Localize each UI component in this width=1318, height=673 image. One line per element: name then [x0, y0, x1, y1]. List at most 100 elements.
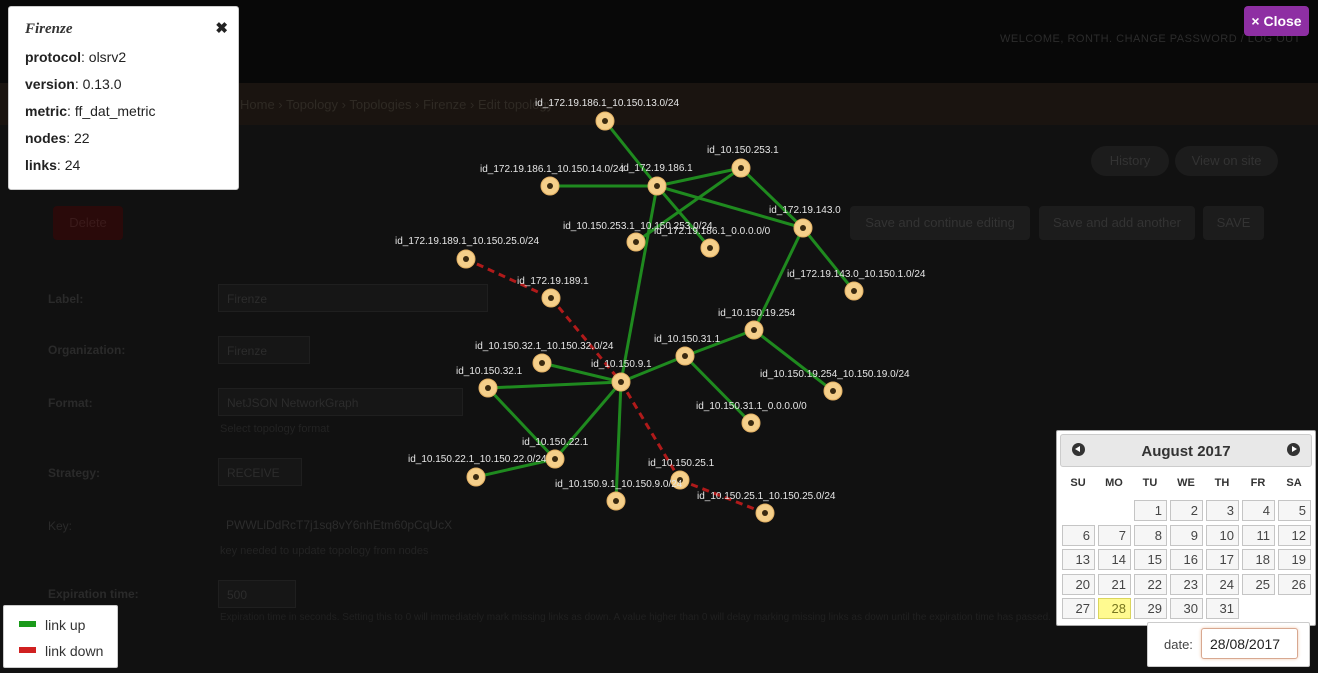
- graph-link-up[interactable]: [603, 120, 659, 187]
- calendar-day[interactable]: 22: [1134, 573, 1167, 595]
- node-center-dot: [539, 360, 545, 366]
- graph-link-up[interactable]: [753, 328, 834, 393]
- graph-node[interactable]: [793, 218, 813, 238]
- node-center-dot: [602, 118, 608, 124]
- calendar-day[interactable]: 24: [1206, 573, 1239, 595]
- calendar-day[interactable]: 3: [1206, 500, 1239, 521]
- legend-swatch-up: [19, 621, 36, 628]
- node-center-dot: [547, 183, 553, 189]
- calendar-day[interactable]: 27: [1062, 598, 1095, 619]
- graph-node[interactable]: [626, 232, 646, 252]
- calendar-day[interactable]: 13: [1062, 549, 1095, 570]
- legend-label: link down: [45, 643, 104, 659]
- calendar-day[interactable]: 23: [1170, 573, 1203, 595]
- graph-link-up[interactable]: [486, 386, 557, 461]
- graph-node[interactable]: [731, 158, 751, 178]
- info-row-links: links: 24: [25, 157, 81, 173]
- node-label: id_10.150.32.1_10.150.32.0/24: [475, 341, 614, 352]
- calendar-day[interactable]: 11: [1242, 524, 1275, 546]
- node-center-dot: [548, 295, 554, 301]
- node-center-dot: [463, 256, 469, 262]
- calendar-day[interactable]: 26: [1278, 573, 1311, 595]
- legend-label: link up: [45, 617, 86, 633]
- graph-node[interactable]: [456, 249, 476, 269]
- calendar-day[interactable]: 8: [1134, 524, 1167, 546]
- graph-node[interactable]: [611, 372, 631, 392]
- next-month-icon[interactable]: [1287, 443, 1300, 456]
- calendar-day[interactable]: 30: [1170, 598, 1203, 619]
- close-button[interactable]: × Close: [1244, 6, 1309, 36]
- weekday-header: WE: [1177, 477, 1195, 489]
- graph-node[interactable]: [532, 353, 552, 373]
- graph-link-up[interactable]: [801, 227, 856, 292]
- node-center-dot: [851, 288, 857, 294]
- datepicker-calendar: August 2017 SU MO TU WE TH FR SA 1 2 3 4 5 6 7 8 9 10 11 1…: [1056, 430, 1316, 626]
- calendar-day[interactable]: 7: [1098, 524, 1131, 546]
- calendar-day[interactable]: 19: [1278, 549, 1311, 570]
- node-label: id_10.150.22.1: [522, 437, 589, 448]
- calendar-day[interactable]: 2: [1170, 500, 1203, 521]
- node-label: id_10.150.19.254_10.150.19.0/24: [760, 369, 910, 380]
- calendar-header: August 2017: [1060, 434, 1312, 467]
- graph-node[interactable]: [595, 111, 615, 131]
- calendar-day[interactable]: 31: [1206, 598, 1239, 619]
- calendar-day[interactable]: 12: [1278, 524, 1311, 546]
- graph-node[interactable]: [675, 346, 695, 366]
- date-input[interactable]: [1201, 628, 1298, 659]
- graph-node[interactable]: [844, 281, 864, 301]
- calendar-day[interactable]: 15: [1134, 549, 1167, 570]
- calendar-day[interactable]: 17: [1206, 549, 1239, 570]
- graph-node[interactable]: [823, 381, 843, 401]
- calendar-day[interactable]: 5: [1278, 500, 1311, 521]
- calendar-day[interactable]: 21: [1098, 573, 1131, 595]
- graph-node[interactable]: [741, 413, 761, 433]
- node-center-dot: [613, 498, 619, 504]
- calendar-day[interactable]: 1: [1134, 500, 1167, 521]
- legend-swatch-down: [19, 647, 36, 654]
- node-center-dot: [707, 245, 713, 251]
- node-label: id_172.19.189.1_10.150.25.0/24: [395, 236, 539, 247]
- graph-node[interactable]: [541, 288, 561, 308]
- node-center-dot: [552, 456, 558, 462]
- calendar-day[interactable]: 20: [1062, 573, 1095, 595]
- calendar-day[interactable]: 29: [1134, 598, 1167, 619]
- graph-node[interactable]: [466, 467, 486, 487]
- node-label: id_172.19.143.0_10.150.1.0/24: [787, 269, 926, 280]
- node-label: id_10.150.9.1_10.150.9.0/24: [555, 479, 683, 490]
- graph-node[interactable]: [478, 378, 498, 398]
- graph-node[interactable]: [545, 449, 565, 469]
- info-key: metric: [25, 103, 68, 119]
- calendar-day[interactable]: 25: [1242, 573, 1275, 595]
- graph-legend: link up link down: [3, 605, 118, 668]
- node-center-dot: [618, 379, 624, 385]
- graph-node[interactable]: [755, 503, 775, 523]
- calendar-day[interactable]: 4: [1242, 500, 1275, 521]
- calendar-day[interactable]: 14: [1098, 549, 1131, 570]
- graph-node[interactable]: [540, 176, 560, 196]
- calendar-day[interactable]: 18: [1242, 549, 1275, 570]
- info-value: 24: [64, 157, 81, 173]
- graph-link-up[interactable]: [487, 380, 622, 390]
- node-center-dot: [633, 239, 639, 245]
- graph-node[interactable]: [606, 491, 626, 511]
- graph-labels: id_172.19.186.1_10.150.13.0/24 id_10.150.…: [395, 98, 926, 502]
- node-label: id_10.150.25.1_10.150.25.0/24: [697, 491, 836, 502]
- graph-link-up[interactable]: [683, 354, 753, 425]
- graph-node[interactable]: [700, 238, 720, 258]
- calendar-day[interactable]: 6: [1062, 524, 1095, 546]
- graph-node[interactable]: [647, 176, 667, 196]
- info-close-icon[interactable]: ✖: [215, 19, 228, 37]
- graph-link-up[interactable]: [619, 185, 659, 383]
- graph-node[interactable]: [744, 320, 764, 340]
- node-label: id_172.19.186.1_10.150.13.0/24: [535, 98, 679, 109]
- node-center-dot: [800, 225, 806, 231]
- weekday-header: MO: [1105, 477, 1123, 489]
- calendar-day[interactable]: 16: [1170, 549, 1203, 570]
- calendar-day[interactable]: 10: [1206, 524, 1239, 546]
- weekday-header: TU: [1142, 477, 1158, 489]
- node-label: id_10.150.32.1: [456, 366, 523, 377]
- info-row-protocol: protocol: olsrv2: [25, 49, 127, 65]
- calendar-day[interactable]: 9: [1170, 524, 1203, 546]
- node-label: id_10.150.19.254: [718, 308, 796, 319]
- calendar-day-today[interactable]: 28: [1098, 598, 1131, 619]
